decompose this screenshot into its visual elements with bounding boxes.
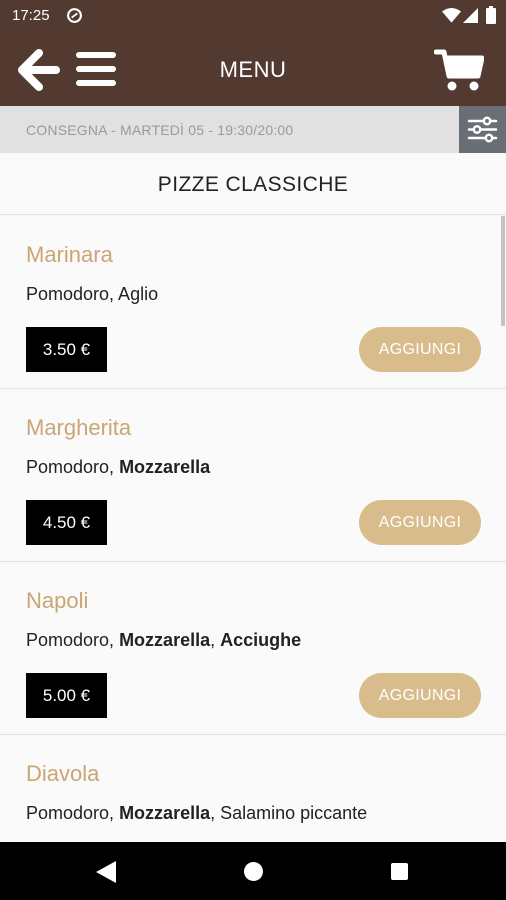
delivery-info: CONSEGNA - MARTEDÌ 05 - 19:30/20:00 [26, 122, 294, 138]
app-bar: MENU [0, 32, 506, 106]
battery-icon [486, 6, 496, 24]
add-button[interactable]: AGGIUNGI [359, 500, 481, 545]
product-name: Margherita [26, 415, 132, 440]
wifi-icon [442, 7, 461, 23]
product-name: Napoli [26, 588, 89, 613]
data-saver-icon [67, 8, 82, 23]
product-ingredients: Pomodoro, Mozzarella, Acciughe [26, 630, 302, 650]
price-tag: 4.50 € [26, 500, 107, 545]
hamburger-menu-icon[interactable] [74, 50, 118, 88]
status-time: 17:25 [12, 7, 50, 24]
delivery-bar[interactable]: CONSEGNA - MARTEDÌ 05 - 19:30/20:00 [0, 106, 506, 153]
list-item: Diavola Pomodoro, Mozzarella, Salamino p… [0, 735, 506, 842]
nav-recents-icon[interactable] [391, 863, 408, 880]
list-item: Marinara Pomodoro, Aglio 3.50 € AGGIUNGI [0, 216, 506, 389]
add-button[interactable]: AGGIUNGI [359, 673, 481, 718]
product-name: Marinara [26, 242, 113, 267]
list-item: Margherita Pomodoro, Mozzarella 4.50 € A… [0, 389, 506, 562]
system-nav-bar [0, 842, 506, 900]
price-tag: 5.00 € [26, 673, 107, 718]
shopping-cart-icon[interactable] [434, 48, 484, 92]
list-item: Napoli Pomodoro, Mozzarella, Acciughe 5.… [0, 562, 506, 735]
add-button[interactable]: AGGIUNGI [359, 327, 481, 372]
product-ingredients: Pomodoro, Mozzarella, Salamino piccante [26, 803, 368, 823]
product-ingredients: Pomodoro, Mozzarella [26, 457, 211, 477]
scrollbar[interactable] [501, 216, 505, 326]
status-bar: 17:25 [0, 0, 506, 32]
section-header: PIZZE CLASSICHE [0, 153, 506, 215]
price-tag: 3.50 € [26, 327, 107, 372]
product-ingredients: Pomodoro, Aglio [26, 284, 159, 304]
sliders-filter-icon [467, 116, 498, 143]
filter-button[interactable] [459, 106, 506, 153]
product-name: Diavola [26, 761, 100, 786]
nav-home-icon[interactable] [244, 862, 263, 881]
arrow-left-icon[interactable] [18, 49, 60, 91]
section-title: PIZZE CLASSICHE [157, 173, 349, 196]
signal-icon [463, 8, 478, 23]
product-list[interactable]: Marinara Pomodoro, Aglio 3.50 € AGGIUNGI… [0, 216, 506, 842]
nav-back-icon[interactable] [96, 861, 116, 883]
